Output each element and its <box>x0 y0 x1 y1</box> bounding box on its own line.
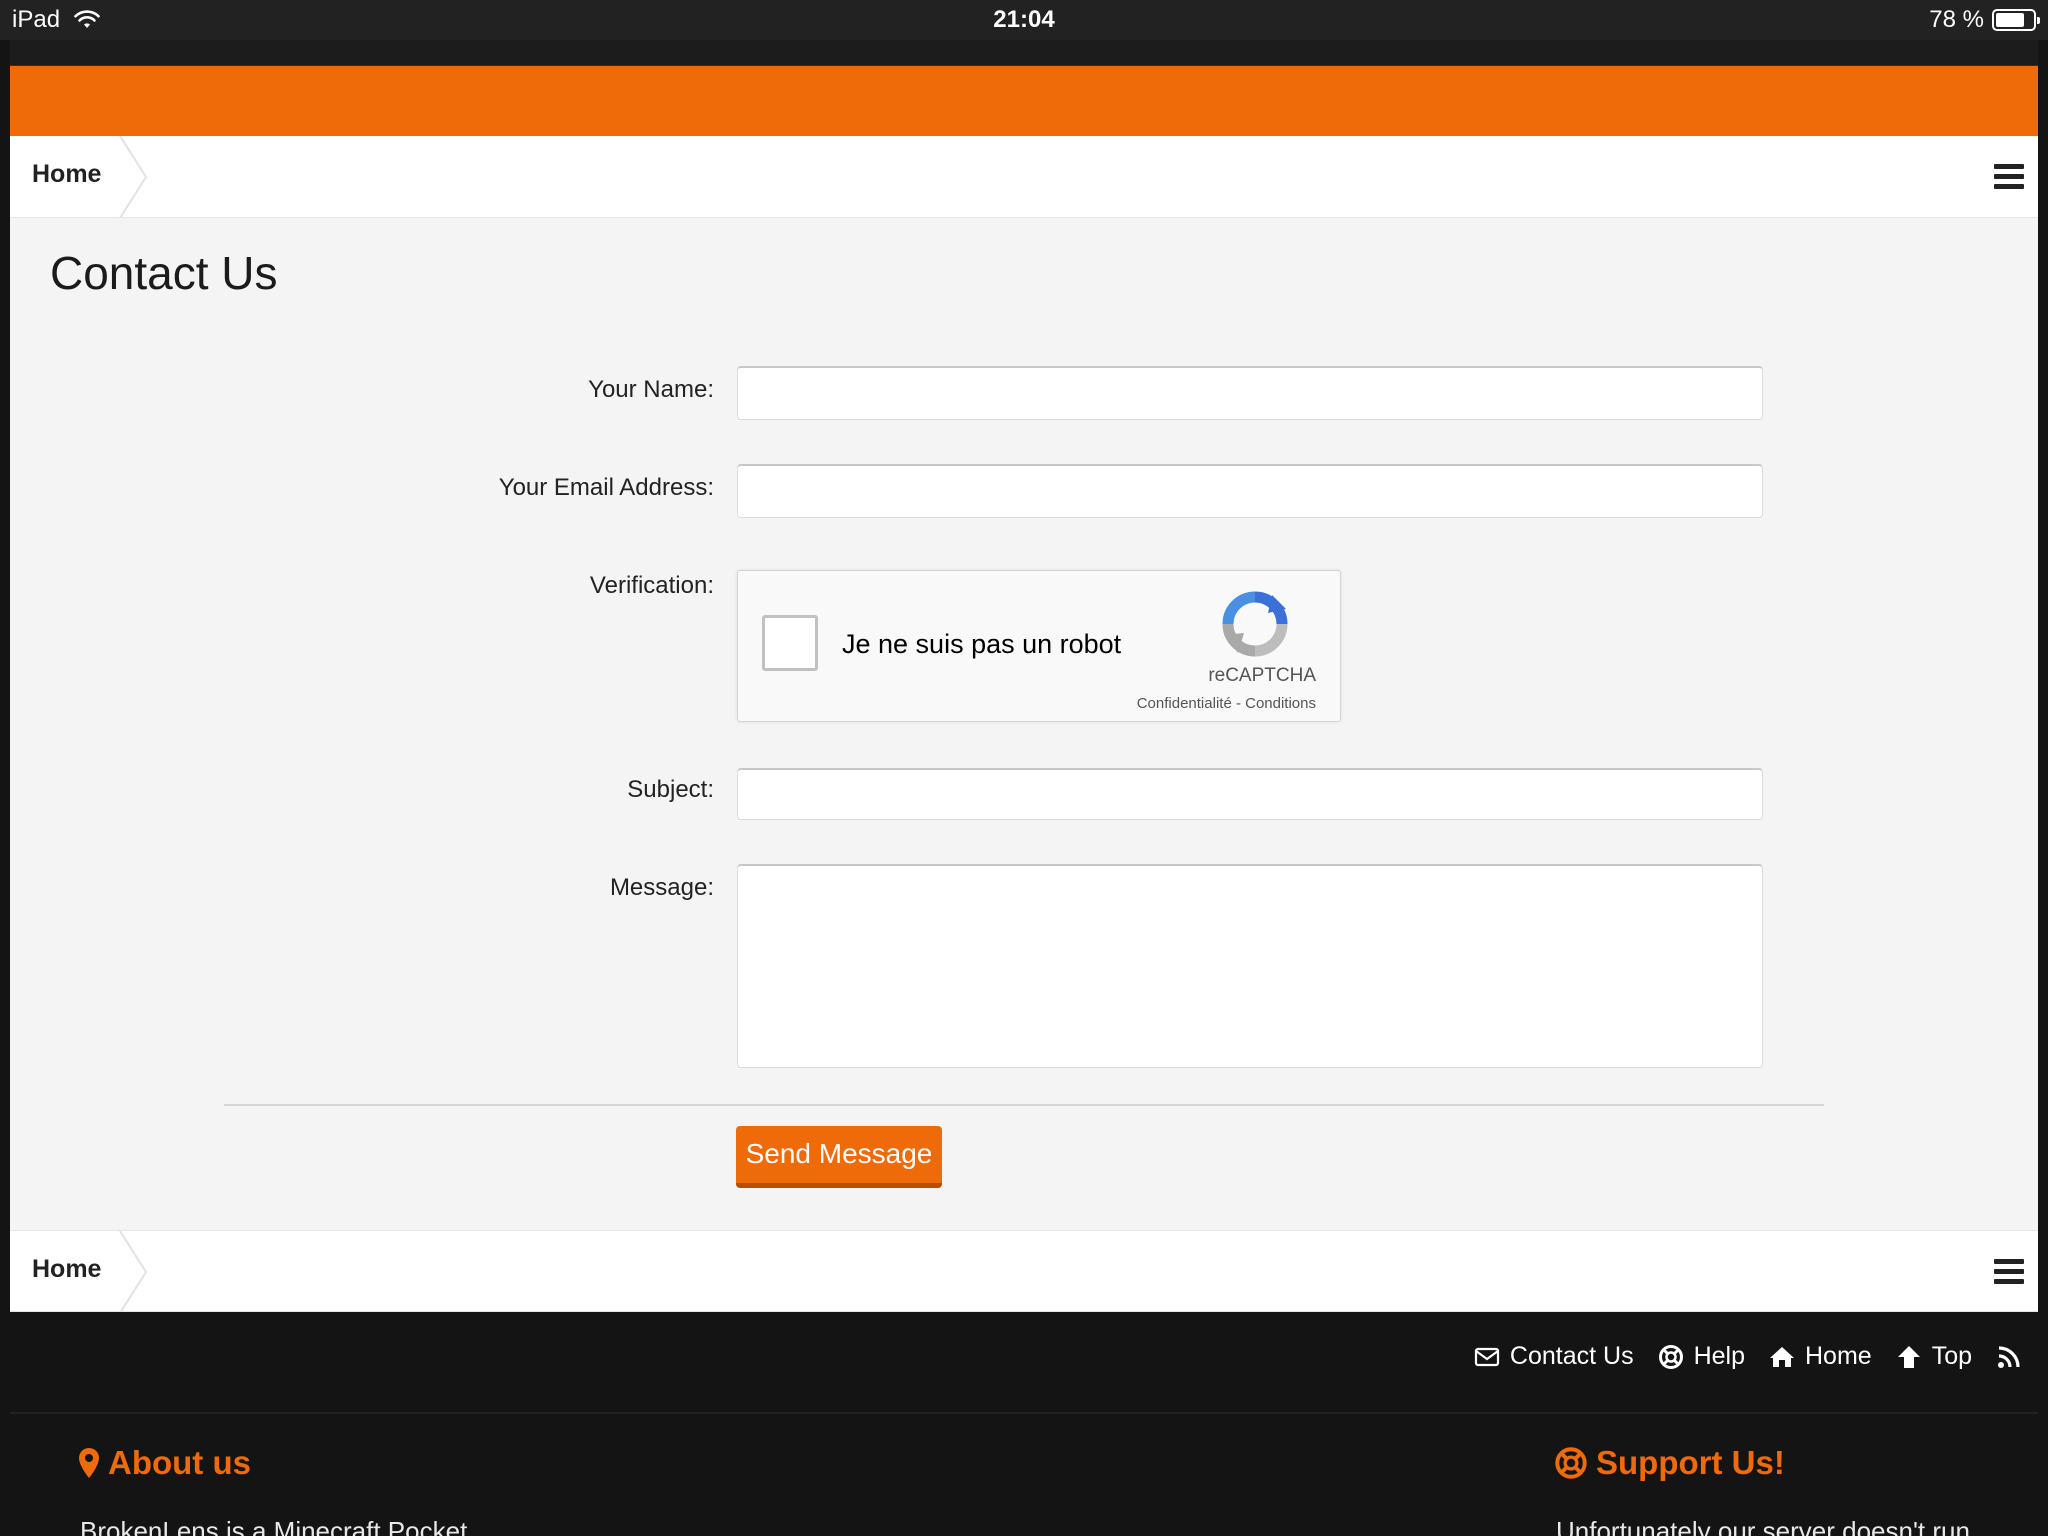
breadcrumb-bottom: Home <box>10 1230 2038 1313</box>
envelope-icon <box>1474 1347 1500 1366</box>
footer-contact-label: Contact Us <box>1509 1342 1634 1370</box>
breadcrumb-top: Home <box>10 136 2038 218</box>
subject-input[interactable] <box>737 768 1763 820</box>
footer-links: Contact Us Help Home Top <box>1474 1342 2022 1371</box>
footer-about-title: About us <box>108 1444 251 1481</box>
footer-top-label: Top <box>1931 1342 1972 1370</box>
footer-support-text: Unfortunately our server doesn't run <box>1556 1516 1970 1536</box>
name-input[interactable] <box>737 366 1763 420</box>
breadcrumb-separator-icon <box>119 136 148 218</box>
recaptcha-label: Je ne suis pas un robot <box>842 629 1122 659</box>
site-header <box>10 66 2038 136</box>
lifebuoy-icon <box>1658 1344 1683 1369</box>
footer-support-heading: Support Us! <box>1554 1444 1785 1482</box>
name-label: Your Name: <box>588 376 714 403</box>
recaptcha-checkbox[interactable] <box>762 615 818 671</box>
top-dark-strip <box>10 40 2038 66</box>
map-marker-icon <box>79 1448 99 1478</box>
footer-rss-link[interactable] <box>1996 1344 2022 1370</box>
breadcrumb-home-link[interactable]: Home <box>32 160 101 189</box>
form-divider <box>224 1104 1824 1106</box>
email-label: Your Email Address: <box>498 474 714 501</box>
message-textarea[interactable] <box>737 864 1763 1068</box>
site-footer: Contact Us Help Home Top About us Broken… <box>10 1312 2038 1536</box>
footer-about-heading: About us <box>78 1444 251 1482</box>
send-message-button[interactable]: Send Message <box>736 1126 942 1188</box>
footer-home-label: Home <box>1805 1342 1872 1370</box>
recaptcha-logo-icon <box>1222 591 1288 657</box>
breadcrumb-separator-icon <box>119 1231 148 1313</box>
recaptcha-widget: Je ne suis pas un robot reCAPTCHA Confid… <box>737 570 1341 722</box>
footer-support-title: Support Us! <box>1596 1444 1785 1481</box>
page-container: Home Contact Us Your Name: Your Email Ad… <box>10 136 2038 1313</box>
hamburger-menu-icon-bottom[interactable] <box>1994 1259 2024 1285</box>
status-bar: iPad 21:04 78 % <box>0 0 2048 40</box>
footer-separator <box>10 1412 2038 1414</box>
battery-fill <box>1996 13 2025 27</box>
page-title: Contact Us <box>50 247 278 299</box>
footer-about-text: BrokenLens is a Minecraft Pocket <box>80 1516 468 1536</box>
battery-percent: 78 % <box>1929 6 1984 33</box>
rss-icon <box>1998 1345 2020 1368</box>
footer-help-label: Help <box>1693 1342 1745 1370</box>
arrow-up-icon <box>1897 1345 1920 1368</box>
recaptcha-privacy-terms-link[interactable]: Confidentialité - Conditions <box>1137 695 1316 712</box>
lifebuoy-icon <box>1555 1447 1587 1479</box>
battery-icon <box>1992 9 2040 31</box>
footer-contact-link[interactable]: Contact Us <box>1474 1342 1634 1371</box>
status-right: 78 % <box>1929 6 2040 34</box>
footer-top-link[interactable]: Top <box>1896 1342 1972 1371</box>
verification-label: Verification: <box>589 572 714 599</box>
home-icon <box>1770 1346 1794 1367</box>
recaptcha-brand: reCAPTCHA <box>1208 665 1316 686</box>
subject-label: Subject: <box>627 776 714 803</box>
breadcrumb-home-link-bottom[interactable]: Home <box>32 1255 101 1284</box>
footer-help-link[interactable]: Help <box>1658 1342 1745 1371</box>
status-time: 21:04 <box>993 6 1055 33</box>
message-label: Message: <box>609 874 714 901</box>
email-input[interactable] <box>737 464 1763 518</box>
footer-home-link[interactable]: Home <box>1769 1342 1872 1371</box>
hamburger-menu-icon[interactable] <box>1994 164 2024 190</box>
